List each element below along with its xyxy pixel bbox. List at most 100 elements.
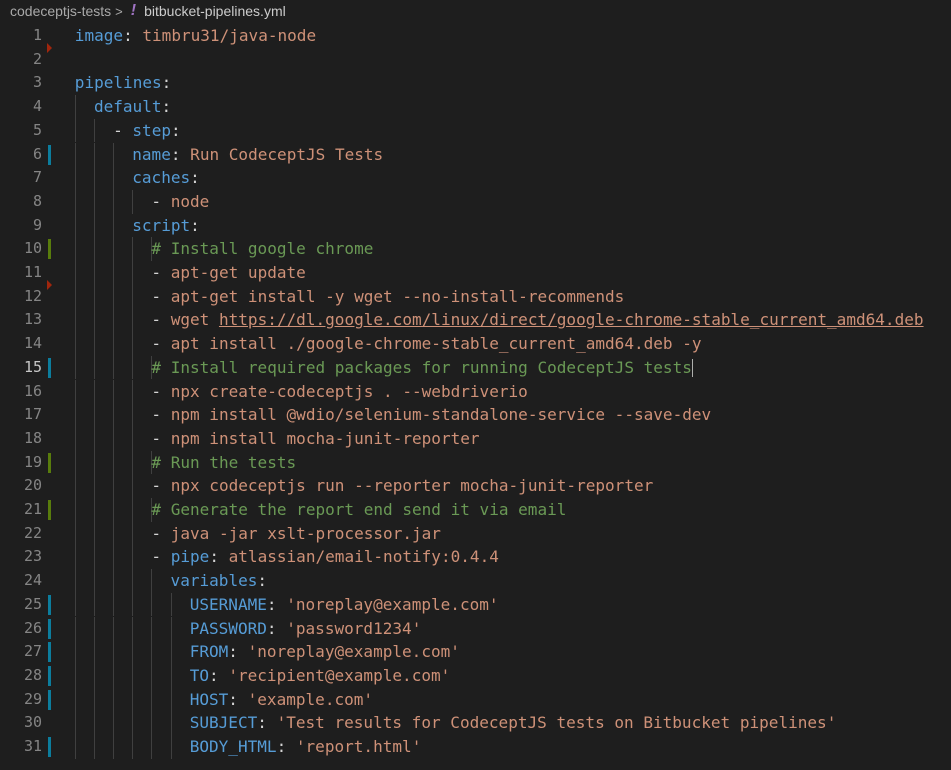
indent-guide: [113, 403, 115, 427]
code-line[interactable]: 7 caches:: [0, 166, 951, 190]
modified-line-marker[interactable]: [48, 618, 51, 639]
modified-line-marker[interactable]: [48, 594, 51, 615]
indent-guide: [170, 735, 172, 759]
yaml-value: java -jar xslt-processor.jar: [170, 523, 441, 543]
breadcrumb-file[interactable]: bitbucket-pipelines.yml: [144, 3, 286, 19]
yaml-comment: # Generate the report end send it via em…: [151, 500, 567, 519]
indent-guide: [132, 735, 134, 759]
deleted-line-marker[interactable]: [47, 42, 52, 53]
indent-guide: [132, 711, 134, 735]
added-line-marker[interactable]: [48, 500, 51, 520]
indent-guide: [74, 261, 76, 285]
code-line[interactable]: 14 - apt install ./google-chrome-stable_c…: [0, 332, 951, 356]
yaml-key: BODY_HTML: [189, 737, 277, 756]
code-line[interactable]: 12 - apt-get install -y wget --no-install…: [0, 279, 951, 309]
indent-guide: [113, 426, 115, 451]
yaml-key: pipe: [170, 547, 210, 567]
code-line[interactable]: 2: [0, 42, 951, 72]
yaml-space: [219, 666, 229, 685]
modified-line-marker[interactable]: [48, 737, 51, 757]
code-line[interactable]: 9 script:: [0, 213, 951, 238]
code-line[interactable]: 29 HOST: 'example.com': [0, 687, 951, 712]
yaml-space: [181, 145, 191, 164]
code-line[interactable]: 18 - npm install mocha-junit-reporter: [0, 426, 951, 451]
code-line[interactable]: 24 variables:: [0, 569, 951, 593]
code-text: # Run the tests: [151, 451, 296, 475]
code-line[interactable]: 20 - npx codeceptjs run --reporter mocha-…: [0, 474, 951, 498]
line-number: 4: [32, 97, 42, 116]
indent-guide: [170, 711, 172, 735]
yaml-value: Run CodeceptJS Tests: [190, 144, 384, 164]
code-line[interactable]: 1 image: timbru31/java-node: [0, 24, 951, 48]
code-line[interactable]: 5 - step:: [0, 118, 951, 143]
code-line[interactable]: 10 # Install google chrome: [0, 237, 951, 261]
editor-text-area[interactable]: 1 image: timbru31/java-node 2 3 pipelines: 4 d…: [0, 24, 951, 770]
code-line[interactable]: 30 SUBJECT: 'Test results for CodeceptJS …: [0, 711, 951, 735]
indent-guide: [132, 687, 134, 712]
code-line[interactable]: 4 default:: [0, 95, 951, 119]
code-text: PASSWORD: 'password1234': [190, 617, 422, 641]
indent-guide: [93, 332, 95, 356]
code-line[interactable]: 26 PASSWORD: 'password1234': [0, 616, 951, 641]
list-dash: -: [151, 310, 171, 330]
modified-line-marker[interactable]: [48, 357, 51, 378]
line-number: 3: [32, 73, 42, 92]
code-line[interactable]: 11 - apt-get update: [0, 261, 951, 285]
deleted-line-marker[interactable]: [47, 279, 52, 290]
modified-line-marker[interactable]: [48, 665, 51, 686]
indent-guide: [132, 332, 134, 356]
added-line-marker[interactable]: [48, 452, 51, 473]
code-line[interactable]: 8 - node: [0, 189, 951, 214]
yaml-key: variables: [170, 571, 258, 591]
indent-guide: [93, 237, 95, 261]
indent-guide: [74, 308, 76, 333]
breadcrumb-folder[interactable]: codeceptjs-tests: [0, 3, 111, 19]
line-number: 27: [23, 642, 42, 661]
code-text: TO: 'recipient@example.com': [190, 664, 451, 688]
line-number: 20: [23, 476, 42, 495]
added-line-marker[interactable]: [48, 239, 51, 260]
code-line[interactable]: 3 pipelines:: [0, 71, 951, 95]
indent-guide: [170, 616, 172, 641]
code-text: # Generate the report end send it via em…: [151, 498, 566, 522]
code-line[interactable]: 31 BODY_HTML: 'report.html': [0, 735, 951, 759]
indent-guide: [74, 735, 76, 759]
list-dash: -: [151, 263, 171, 282]
code-text: # Install required packages for running …: [151, 356, 694, 380]
code-line[interactable]: 6 name: Run CodeceptJS Tests: [0, 142, 951, 167]
modified-line-marker[interactable]: [48, 689, 51, 710]
code-line[interactable]: 15 # Install required packages for runnin…: [0, 355, 951, 380]
link[interactable]: https://dl.google.com/linux/direct/googl…: [219, 310, 924, 329]
code-line[interactable]: 16 - npx create-codeceptjs . --webdriveri…: [0, 379, 951, 404]
indent-guide: [132, 640, 134, 664]
code-line[interactable]: 25 USERNAME: 'noreplay@example.com': [0, 592, 951, 617]
yaml-space: [277, 619, 287, 638]
indent-guide: [113, 355, 115, 380]
yaml-space: [277, 595, 287, 614]
code-line[interactable]: 19 # Run the tests: [0, 450, 951, 475]
indent-guide: [132, 355, 134, 380]
indent-guide: [93, 687, 95, 712]
code-line[interactable]: 21 # Generate the report end send it via …: [0, 498, 951, 522]
code-line[interactable]: 17 - npm install @wdio/selenium-standalon…: [0, 403, 951, 427]
indent-guide: [113, 616, 115, 641]
indent-guide: [74, 142, 76, 167]
yaml-key: HOST: [189, 689, 229, 709]
code-text: image: timbru31/java-node: [75, 24, 316, 48]
yaml-colon: :: [228, 689, 238, 709]
code-line[interactable]: 23 - pipe: atlassian/email-notify:0.4.4: [0, 545, 951, 570]
code-text: USERNAME: 'noreplay@example.com': [190, 593, 499, 617]
code-line[interactable]: 28 TO: 'recipient@example.com': [0, 663, 951, 688]
modified-line-marker[interactable]: [48, 642, 51, 663]
indent-guide: [151, 735, 153, 759]
indent-guide: [132, 569, 134, 593]
indent-guide: [74, 166, 76, 190]
code-line[interactable]: 27 FROM: 'noreplay@example.com': [0, 640, 951, 664]
yaml-colon: :: [266, 594, 277, 614]
yaml-value: apt install ./google-chrome-stable_curre…: [170, 334, 702, 354]
code-line[interactable]: 13 - wget https://dl.google.com/linux/dir…: [0, 308, 951, 333]
yaml-colon: :: [190, 215, 200, 235]
modified-line-marker[interactable]: [48, 144, 51, 165]
indent-guide: [74, 284, 76, 309]
code-line[interactable]: 22 - java -jar xslt-processor.jar: [0, 521, 951, 546]
